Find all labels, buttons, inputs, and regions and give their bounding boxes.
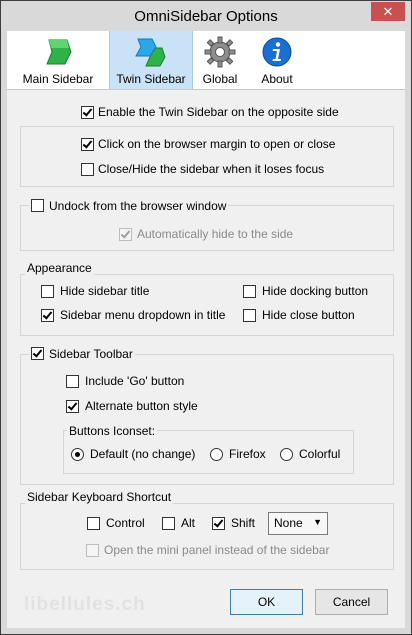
sidebar-toolbar-checkbox[interactable] [31,347,44,360]
auto-hide-label: Automatically hide to the side [137,227,294,241]
enable-twin-label: Enable the Twin Sidebar on the opposite … [98,105,339,119]
alternate-style-checkbox[interactable] [66,400,79,413]
chevron-down-icon: ▼ [313,517,322,527]
hide-docking-checkbox[interactable] [243,285,256,298]
auto-hide-checkbox[interactable] [119,228,132,241]
tab-global[interactable]: Global [193,31,247,89]
tab-label: Twin Sidebar [116,72,186,86]
main-sidebar-icon [46,39,72,65]
info-icon [262,37,292,67]
tab-twin-sidebar[interactable]: Twin Sidebar [109,31,193,89]
preferences-tab-bar: Main Sidebar Twin Sidebar Global About [7,31,405,90]
iconset-colorful-label: Colorful [299,447,341,461]
ok-button[interactable]: OK [230,589,303,615]
title-bar: OmniSidebar Options ✕ [1,1,411,31]
alternate-style-label: Alternate button style [85,399,198,413]
tab-label: Global [202,72,238,86]
sidebar-toolbar-group-title: Sidebar Toolbar [29,347,135,361]
iconset-default-radio[interactable] [71,448,84,461]
menu-dropdown-checkbox[interactable] [41,309,54,322]
click-margin-label: Click on the browser margin to open or c… [98,137,336,151]
iconset-default-label: Default (no change) [90,447,196,461]
include-go-checkbox[interactable] [66,375,79,388]
hide-title-checkbox[interactable] [41,285,54,298]
control-checkbox[interactable] [87,517,100,530]
iconset-firefox-radio[interactable] [210,448,223,461]
keyboard-shortcut-group [20,503,394,570]
mini-panel-label: Open the mini panel instead of the sideb… [104,543,330,557]
undock-checkbox[interactable] [31,199,44,212]
iconset-group-title: Buttons Iconset: [67,424,158,438]
hide-close-checkbox[interactable] [243,309,256,322]
hide-title-label: Hide sidebar title [60,284,150,298]
tab-main-sidebar[interactable]: Main Sidebar [7,31,109,89]
undock-group-title: Undock from the browser window [29,199,229,213]
include-go-label: Include 'Go' button [85,374,185,388]
shortcut-key-select[interactable]: None ▼ [268,512,328,535]
enable-twin-checkbox[interactable] [81,106,94,119]
gear-icon [204,36,236,68]
appearance-group-title: Appearance [25,261,94,275]
cancel-button[interactable]: Cancel [315,589,388,615]
close-window-button[interactable]: ✕ [371,2,405,21]
options-dialog: OmniSidebar Options ✕ Main Sidebar Twin … [0,0,412,635]
shift-checkbox[interactable] [212,517,225,530]
twin-sidebar-icon [135,38,166,67]
menu-dropdown-label: Sidebar menu dropdown in title [60,308,226,322]
close-hide-focus-checkbox[interactable] [81,163,94,176]
mini-panel-checkbox[interactable] [86,544,99,557]
tab-label: About [261,72,293,86]
shift-label: Shift [231,516,256,530]
tab-about[interactable]: About [249,31,305,89]
hide-docking-label: Hide docking button [262,284,369,298]
alt-checkbox[interactable] [162,517,175,530]
alt-label: Alt [181,516,196,530]
control-label: Control [106,516,145,530]
hide-close-label: Hide close button [262,308,355,322]
keyboard-shortcut-group-title: Sidebar Keyboard Shortcut [25,490,174,504]
close-hide-focus-label: Close/Hide the sidebar when it loses foc… [98,162,325,176]
iconset-firefox-label: Firefox [229,447,266,461]
click-margin-checkbox[interactable] [81,138,94,151]
shortcut-key-value: None [274,516,303,530]
window-title: OmniSidebar Options [134,8,278,25]
watermark: libellules.ch [24,594,146,615]
open-close-group [20,126,394,187]
iconset-colorful-radio[interactable] [280,448,293,461]
twin-sidebar-panel: Enable the Twin Sidebar on the opposite … [7,90,405,628]
tab-label: Main Sidebar [22,72,94,86]
sidebar-toolbar-label: Sidebar Toolbar [49,347,133,361]
undock-label: Undock from the browser window [49,199,227,213]
